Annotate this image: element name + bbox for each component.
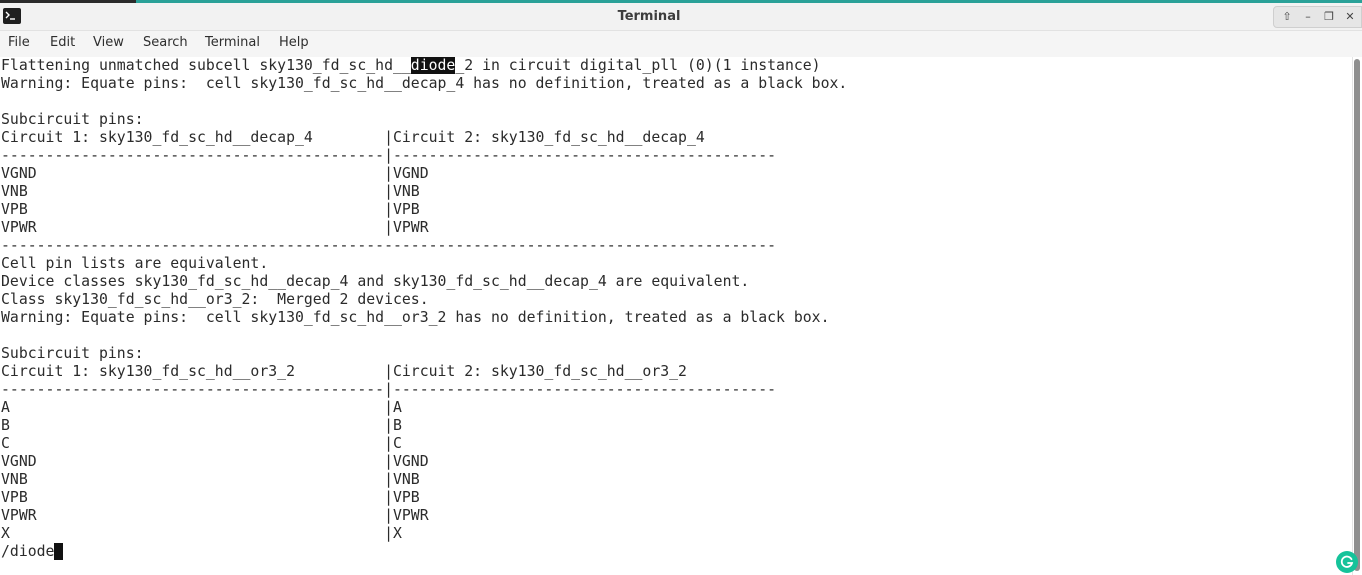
terminal-line: Circuit 1: sky130_fd_sc_hd__decap_4 |Cir… (1, 129, 705, 146)
terminal-line: VPWR |VPWR (1, 219, 429, 236)
terminal-line: ----------------------------------------… (1, 147, 777, 164)
search-highlight: diode (410, 57, 456, 74)
menu-edit[interactable]: Edit (50, 31, 75, 57)
terminal-line: VPB |VPB (1, 489, 420, 506)
terminal-line: C |C (1, 435, 402, 452)
close-button[interactable]: ✕ (1341, 9, 1359, 25)
window-title: Terminal (617, 9, 681, 24)
vertical-scrollbar[interactable] (1352, 57, 1362, 575)
terminal-line: VGND |VGND (1, 453, 429, 470)
menu-file[interactable]: File (8, 31, 30, 57)
terminal-line: Device classes sky130_fd_sc_hd__decap_4 … (1, 273, 750, 290)
menu-terminal[interactable]: Terminal (205, 31, 260, 57)
terminal-line: Circuit 1: sky130_fd_sc_hd__or3_2 |Circu… (1, 363, 687, 380)
terminal-line: VNB |VNB (1, 183, 420, 200)
terminal-line: VNB |VNB (1, 471, 420, 488)
terminal-line: VPWR |VPWR (1, 507, 429, 524)
terminal-line: Class sky130_fd_sc_hd__or3_2: Merged 2 d… (1, 291, 429, 308)
title-bar[interactable]: Terminal ⇧ – ❐ ✕ (0, 3, 1362, 31)
terminal-output[interactable]: Flattening unmatched subcell sky130_fd_s… (0, 57, 1350, 575)
menu-view[interactable]: View (93, 31, 124, 57)
menu-help[interactable]: Help (279, 31, 309, 57)
menu-bar: File Edit View Search Terminal Help (0, 31, 1362, 57)
terminal-line: X |X (1, 525, 402, 542)
terminal-line: Cell pin lists are equivalent. (1, 255, 269, 272)
line-text: Flattening unmatched subcell sky130_fd_s… (1, 57, 411, 74)
search-prompt-line[interactable]: /diode (1, 543, 64, 561)
terminal-window: Terminal ⇧ – ❐ ✕ File Edit View Search T… (0, 0, 1362, 575)
text-cursor (54, 543, 64, 560)
terminal-line: ----------------------------------------… (1, 237, 777, 254)
menu-search[interactable]: Search (143, 31, 188, 57)
terminal-line: Subcircuit pins: (1, 111, 144, 128)
terminal-line: Warning: Equate pins: cell sky130_fd_sc_… (1, 75, 848, 92)
search-prompt[interactable]: /diode (1, 543, 54, 560)
terminal-line: Subcircuit pins: (1, 345, 144, 362)
terminal-line: VPB |VPB (1, 201, 420, 218)
restore-button[interactable]: ❐ (1320, 9, 1338, 25)
terminal-line: Warning: Equate pins: cell sky130_fd_sc_… (1, 309, 830, 326)
terminal-line: Flattening unmatched subcell sky130_fd_s… (1, 57, 821, 75)
scrollbar-thumb[interactable] (1354, 59, 1360, 571)
window-controls: ⇧ – ❐ ✕ (1273, 6, 1362, 28)
terminal-line: A |A (1, 399, 402, 416)
minimize-button[interactable]: – (1299, 9, 1317, 25)
line-text: _2 in circuit digital_pll (0)(1 instance… (455, 57, 821, 74)
terminal-line: VGND |VGND (1, 165, 429, 182)
grammarly-icon[interactable] (1336, 551, 1358, 573)
up-arrow-icon[interactable]: ⇧ (1278, 9, 1296, 25)
terminal-line: ----------------------------------------… (1, 381, 777, 398)
terminal-line: B |B (1, 417, 402, 434)
